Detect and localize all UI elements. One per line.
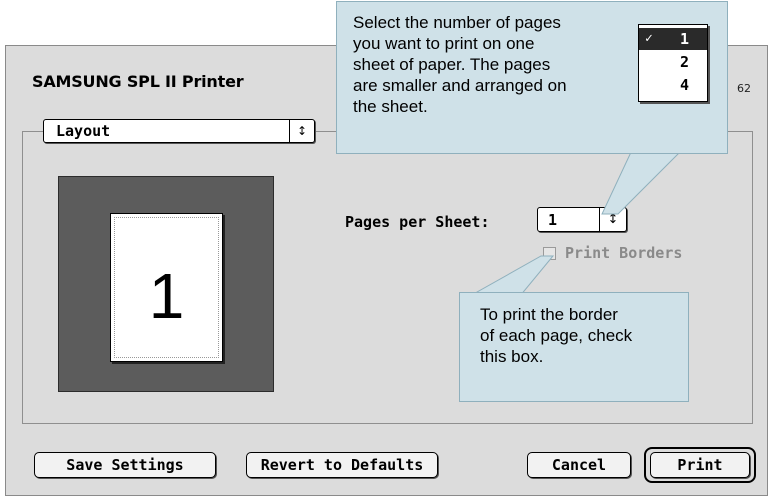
top-callout-pointer bbox=[601, 149, 684, 215]
print-borders-callout-text: To print the border of each page, check … bbox=[480, 305, 633, 366]
pages-per-sheet-callout-text: Select the number of pages you want to p… bbox=[353, 13, 567, 116]
menu-item-label: 1 bbox=[679, 30, 689, 48]
menu-item-1: ✓ 1 bbox=[639, 28, 707, 50]
menu-item-4: 4 bbox=[639, 74, 707, 96]
menu-item-label: 4 bbox=[679, 76, 689, 94]
checkmark-icon: ✓ bbox=[645, 31, 653, 46]
pages-per-sheet-menu-example: ✓ 1 2 4 bbox=[638, 24, 708, 102]
menu-item-2: 2 bbox=[639, 51, 707, 73]
menu-item-label: 2 bbox=[679, 53, 689, 71]
bottom-callout-pointer bbox=[468, 255, 555, 297]
